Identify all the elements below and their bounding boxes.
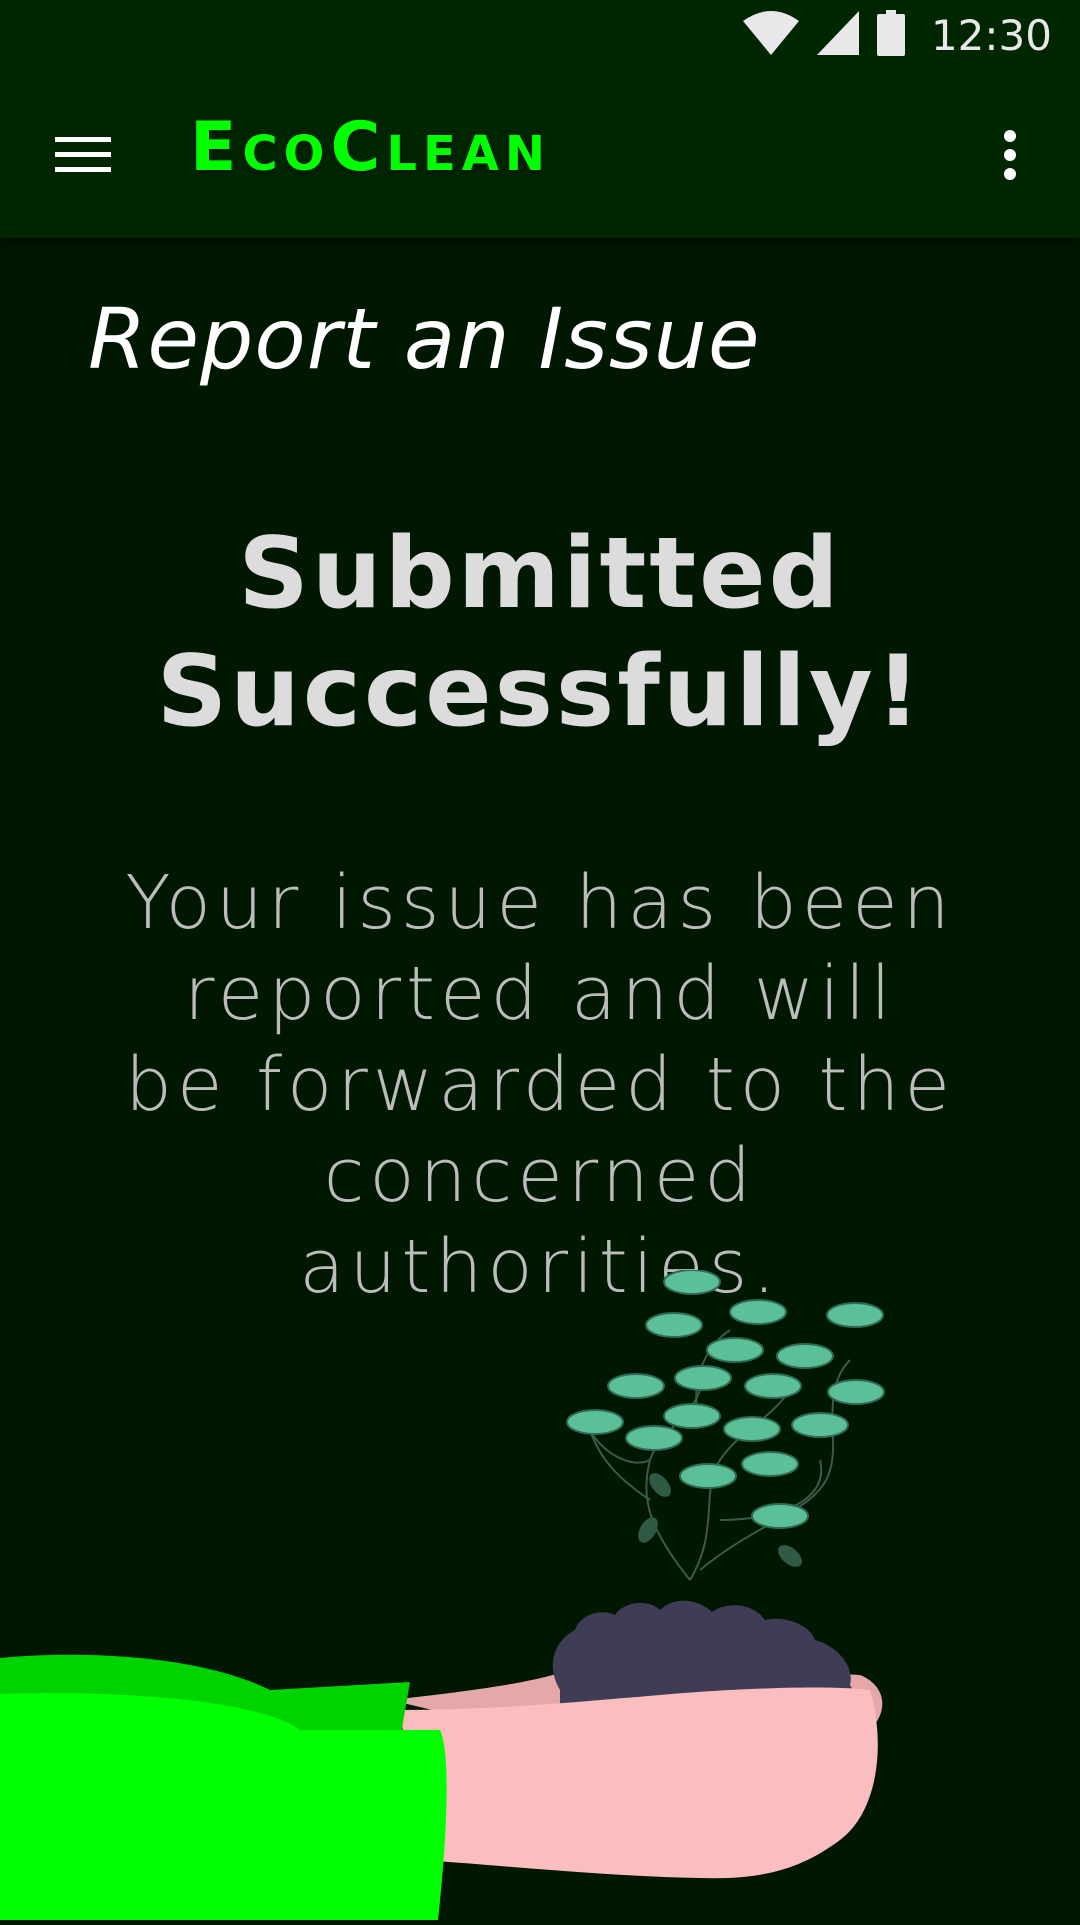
success-message: Your issue has been reported and will be… (124, 860, 955, 1310)
status-time: 12:30 (930, 10, 1052, 60)
more-vert-icon (1002, 129, 1018, 186)
hamburger-menu-icon (55, 135, 111, 180)
success-heading: Submitted Successfully! (156, 517, 924, 749)
overflow-menu-button[interactable] (980, 114, 1040, 200)
hand-holding-plant-illustration (0, 1269, 1080, 1920)
menu-button[interactable] (40, 114, 126, 200)
app-bar: EcoClean (0, 68, 1080, 238)
app-title: EcoClean (190, 108, 552, 187)
battery-icon (876, 9, 905, 61)
status-bar: 12:30 (0, 0, 1080, 68)
page-title: Report an Issue (88, 290, 761, 388)
wifi-icon (742, 10, 799, 60)
status-icons: 12:30 (742, 9, 1052, 61)
cellular-signal-icon (816, 10, 859, 60)
